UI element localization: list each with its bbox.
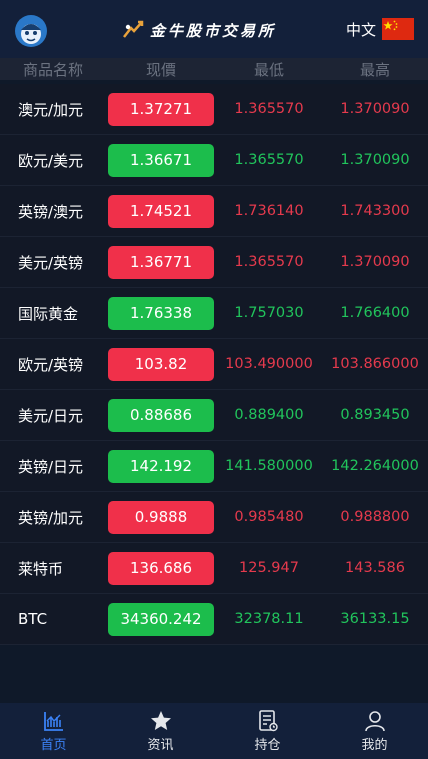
low-price: 103.490000 xyxy=(225,356,313,372)
column-header-name: 商品名称 xyxy=(22,60,83,79)
low-price: 141.580000 xyxy=(225,458,313,474)
chart-icon xyxy=(43,712,63,731)
tab-label: 持仓 xyxy=(254,738,281,753)
language-label: 中文 xyxy=(345,20,376,39)
table-row[interactable]: 莱特币 136.686 125.947 143.586 xyxy=(0,543,428,594)
current-price[interactable]: 34360.242 xyxy=(108,602,214,636)
instrument-name: 莱特币 xyxy=(18,559,64,578)
low-price: 1.365570 xyxy=(234,152,304,168)
high-price: 1.370090 xyxy=(340,152,410,168)
instrument-name: 欧元/美元 xyxy=(18,151,84,170)
high-price: 143.586 xyxy=(345,560,405,576)
high-price: 1.743300 xyxy=(340,203,410,219)
table-row[interactable]: 英镑/澳元 1.74521 1.736140 1.743300 xyxy=(0,186,428,237)
tab-label: 我的 xyxy=(361,738,388,753)
table-row[interactable]: BTC 34360.242 32378.11 36133.15 xyxy=(0,594,428,645)
low-price: 0.889400 xyxy=(234,407,304,423)
tab-positions[interactable]: 持仓 xyxy=(214,703,321,759)
document-icon xyxy=(258,710,278,732)
current-price[interactable]: 0.88686 xyxy=(108,398,214,432)
instrument-name: 澳元/加元 xyxy=(18,100,84,119)
high-price: 142.264000 xyxy=(331,458,419,474)
mascot-avatar-icon[interactable] xyxy=(14,14,48,48)
low-price: 1.365570 xyxy=(234,101,304,117)
current-price[interactable]: 103.82 xyxy=(108,347,214,381)
high-price: 1.370090 xyxy=(340,254,410,270)
current-price[interactable]: 1.36671 xyxy=(108,143,214,177)
column-header-high: 最高 xyxy=(359,60,390,79)
bottom-tab-bar: 首页 资讯 持仓 我的 xyxy=(0,703,428,759)
high-price: 0.893450 xyxy=(340,407,410,423)
brand-logo: 金牛股市交易所 xyxy=(122,18,276,42)
star-icon xyxy=(150,711,171,730)
instrument-name: 欧元/英镑 xyxy=(18,355,84,374)
tab-home[interactable]: 首页 xyxy=(0,703,107,759)
column-header-low: 最低 xyxy=(253,60,284,79)
table-row[interactable]: 美元/英镑 1.36771 1.365570 1.370090 xyxy=(0,237,428,288)
table-row[interactable]: 国际黄金 1.76338 1.757030 1.766400 xyxy=(0,288,428,339)
high-price: 103.866000 xyxy=(331,356,419,372)
current-price[interactable]: 142.192 xyxy=(108,449,214,483)
current-price[interactable]: 1.36771 xyxy=(108,245,214,279)
instrument-name: 美元/英镑 xyxy=(18,253,84,272)
table-row[interactable]: 欧元/美元 1.36671 1.365570 1.370090 xyxy=(0,135,428,186)
instrument-name: 英镑/加元 xyxy=(18,508,84,527)
current-price[interactable]: 1.76338 xyxy=(108,296,214,330)
china-flag-icon xyxy=(382,18,414,40)
user-icon xyxy=(364,711,385,732)
high-price: 1.766400 xyxy=(340,305,410,321)
current-price[interactable]: 1.74521 xyxy=(108,194,214,228)
instrument-name: 美元/日元 xyxy=(18,406,84,425)
column-header-row: 商品名称 现價 最低 最高 xyxy=(0,58,428,80)
low-price: 1.365570 xyxy=(234,254,304,270)
tab-profile[interactable]: 我的 xyxy=(321,703,428,759)
tab-news[interactable]: 资讯 xyxy=(107,703,214,759)
high-price: 1.370090 xyxy=(340,101,410,117)
instrument-name: 国际黄金 xyxy=(18,304,79,323)
instrument-name: 英镑/澳元 xyxy=(18,202,84,221)
current-price[interactable]: 0.9888 xyxy=(108,500,214,534)
bull-logo-icon xyxy=(123,20,144,38)
current-price[interactable]: 1.37271 xyxy=(108,92,214,126)
table-row[interactable]: 欧元/英镑 103.82 103.490000 103.866000 xyxy=(0,339,428,390)
table-row[interactable]: 英镑/加元 0.9888 0.985480 0.988800 xyxy=(0,492,428,543)
low-price: 125.947 xyxy=(239,560,299,576)
low-price: 0.985480 xyxy=(234,509,304,525)
current-price[interactable]: 136.686 xyxy=(108,551,214,585)
low-price: 1.736140 xyxy=(234,203,304,219)
brand-name: 金牛股市交易所 xyxy=(150,21,277,40)
high-price: 0.988800 xyxy=(340,509,410,525)
tab-label: 首页 xyxy=(40,738,67,753)
instrument-name: BTC xyxy=(18,610,48,628)
top-header: 金牛股市交易所 中文 xyxy=(0,0,428,58)
table-row[interactable]: 英镑/日元 142.192 141.580000 142.264000 xyxy=(0,441,428,492)
language-switch[interactable]: 中文 xyxy=(346,18,414,40)
tab-label: 资讯 xyxy=(147,738,174,753)
table-row[interactable]: 美元/日元 0.88686 0.889400 0.893450 xyxy=(0,390,428,441)
high-price: 36133.15 xyxy=(340,611,410,627)
quote-table: 澳元/加元 1.37271 1.365570 1.370090 欧元/美元 1.… xyxy=(0,84,428,645)
low-price: 32378.11 xyxy=(234,611,304,627)
instrument-name: 英镑/日元 xyxy=(18,457,84,476)
column-header-price: 现價 xyxy=(145,60,176,79)
low-price: 1.757030 xyxy=(234,305,304,321)
table-row[interactable]: 澳元/加元 1.37271 1.365570 1.370090 xyxy=(0,84,428,135)
